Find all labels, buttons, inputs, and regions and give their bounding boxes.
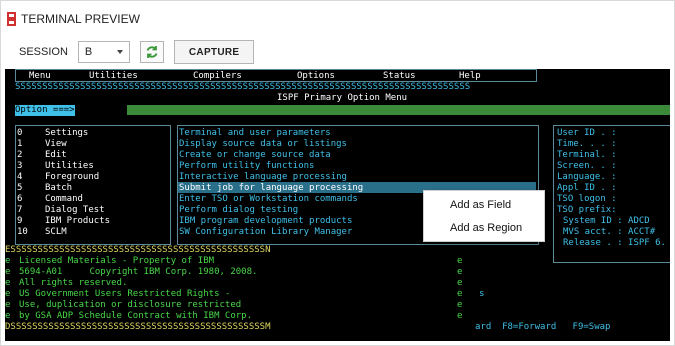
option-number[interactable]: 7	[17, 205, 22, 216]
terminal-app-icon	[7, 12, 16, 26]
license-left-border: e	[5, 278, 11, 288]
license-left-border: e	[5, 267, 11, 277]
option-name[interactable]: Dialog Test	[45, 205, 105, 216]
option-desc: Perform utility functions	[179, 161, 315, 171]
option-name[interactable]: Batch	[45, 183, 72, 194]
option-input[interactable]	[127, 105, 670, 115]
option-number[interactable]: 10	[17, 227, 28, 238]
license-left-border: e	[5, 256, 11, 266]
option-prompt: Option ===>	[15, 105, 75, 116]
terminal-screen[interactable]: Menu Utilities Compilers Options Status …	[5, 69, 670, 341]
license-left-border: e	[5, 300, 11, 310]
option-name[interactable]: View	[45, 139, 67, 150]
info-screen: Screen. . :	[557, 161, 617, 171]
license-line: All rights reserved.	[19, 278, 128, 288]
license-line: by GSA ADP Schedule Contract with IBM Co…	[19, 311, 252, 321]
license-line: US Government Users Restricted Rights -	[19, 289, 231, 299]
info-time: Time. . . :	[557, 139, 617, 149]
menu-bar-frame	[15, 69, 537, 82]
info-appl-id: Appl ID . :	[557, 183, 617, 193]
option-number[interactable]: 6	[17, 194, 22, 205]
separator-bottom: DSSSSSSSSSSSSSSSSSSSSSSSSSSSSSSSSSSSSSSS…	[5, 322, 271, 332]
add-as-region-menu-item[interactable]: Add as Region	[450, 222, 522, 234]
panel-title: ISPF Primary Option Menu	[277, 93, 408, 103]
option-name[interactable]: IBM Products	[45, 216, 110, 227]
info-system-id: System ID : ADCD	[563, 216, 650, 226]
option-desc: Enter TSO or Workstation commands	[179, 194, 358, 204]
option-desc: Create or change source data	[179, 150, 331, 160]
separator-mid: ESSSSSSSSSSSSSSSSSSSSSSSSSSSSSSSSSSSSSSS…	[5, 245, 271, 255]
terminal-fragment: s	[479, 289, 485, 299]
session-label: SESSION	[19, 46, 68, 58]
context-menu: Add as Field Add as Region	[423, 190, 545, 242]
chevron-down-icon	[116, 50, 123, 54]
option-number[interactable]: 3	[17, 161, 22, 172]
option-number[interactable]: 0	[17, 128, 22, 139]
license-line: Use, duplication or disclosure restricte…	[19, 300, 242, 310]
info-tso-prefix: TSO prefix:	[557, 205, 617, 215]
function-keys: ard F8=Forward F9=Swap	[475, 322, 611, 332]
separator-top: SSSSSSSSSSSSSSSSSSSSSSSSSSSSSSSSSSSSSSSS…	[15, 82, 471, 92]
license-left-border: e	[5, 289, 11, 299]
option-desc: Interactive language processing	[179, 172, 347, 182]
info-release: Release . : ISPF 6.	[563, 238, 666, 248]
option-number[interactable]: 4	[17, 172, 22, 183]
refresh-button[interactable]	[139, 41, 164, 63]
option-list-frame	[15, 125, 171, 245]
refresh-icon	[146, 46, 158, 58]
license-right-border: e	[457, 278, 463, 288]
option-name[interactable]: SCLM	[45, 227, 67, 238]
terminal-preview-window: TERMINAL PREVIEW SESSION B CAPTURE Menu …	[0, 0, 675, 346]
info-mvs-acct: MVS acct. : ACCT#	[563, 227, 656, 237]
option-number[interactable]: 1	[17, 139, 22, 150]
option-desc-selected[interactable]: Submit job for language processing	[179, 183, 363, 194]
option-number[interactable]: 2	[17, 150, 22, 161]
capture-button[interactable]: CAPTURE	[173, 40, 255, 64]
option-name[interactable]: Edit	[45, 150, 67, 161]
license-right-border: e	[457, 311, 463, 321]
option-number[interactable]: 9	[17, 216, 22, 227]
info-terminal: Terminal. :	[557, 150, 617, 160]
toolbar: SESSION B CAPTURE	[19, 40, 255, 64]
option-number[interactable]: 5	[17, 183, 22, 194]
window-title: TERMINAL PREVIEW	[21, 12, 140, 26]
license-left-border: e	[5, 311, 11, 321]
session-select[interactable]: B	[77, 41, 130, 63]
option-desc: Terminal and user parameters	[179, 128, 331, 138]
add-as-field-menu-item[interactable]: Add as Field	[450, 199, 511, 211]
info-language: Language. :	[557, 172, 617, 182]
license-right-border: e	[457, 289, 463, 299]
option-desc: SW Configuration Library Manager	[179, 227, 353, 237]
option-name[interactable]: Command	[45, 194, 83, 205]
license-right-border: e	[457, 267, 463, 277]
license-line: Licensed Materials - Property of IBM	[19, 256, 215, 266]
license-right-border: e	[457, 256, 463, 266]
option-desc: IBM program development products	[179, 216, 353, 226]
license-right-border: e	[457, 300, 463, 310]
option-desc: Perform dialog testing	[179, 205, 299, 215]
option-name[interactable]: Foreground	[45, 172, 99, 183]
option-name[interactable]: Settings	[45, 128, 88, 139]
title-bar: TERMINAL PREVIEW	[7, 9, 140, 29]
session-value: B	[84, 46, 93, 58]
info-user-id: User ID . :	[557, 128, 617, 138]
license-line: 5694-A01 Copyright IBM Corp. 1980, 2008.	[19, 267, 258, 277]
option-name[interactable]: Utilities	[45, 161, 94, 172]
info-tso-logon: TSO logon :	[557, 194, 617, 204]
option-desc: Display source data or listings	[179, 139, 347, 149]
